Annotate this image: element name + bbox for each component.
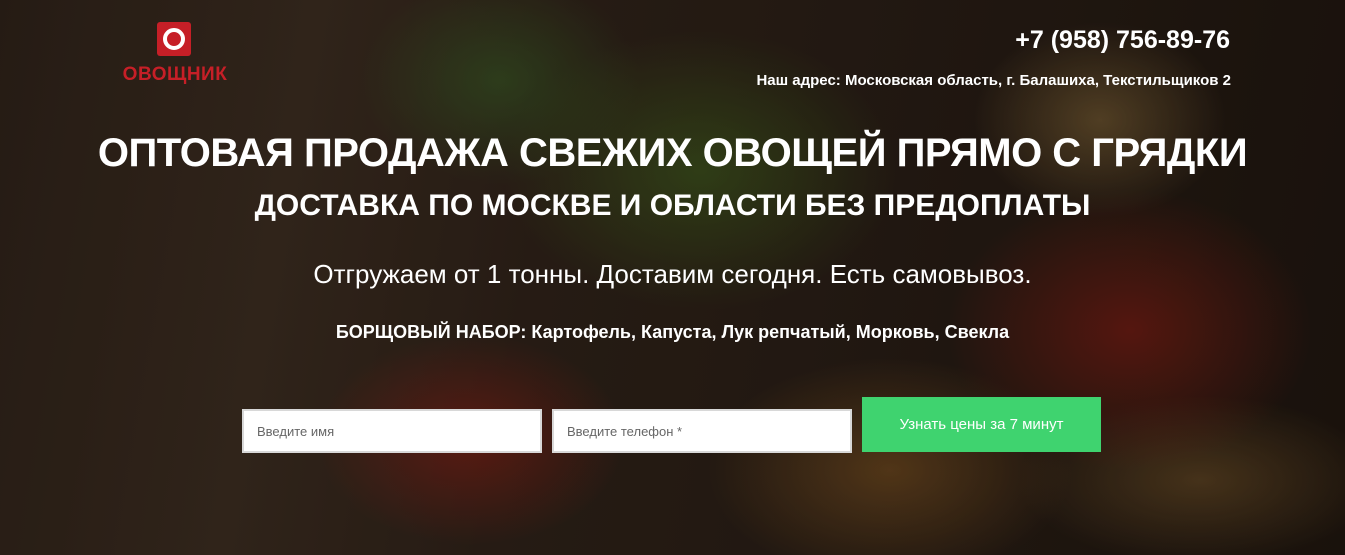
name-input[interactable] — [242, 409, 542, 453]
phone-number[interactable]: +7 (958) 756-89-76 — [1015, 26, 1230, 55]
logo-mark-icon — [157, 22, 191, 56]
offer-text: Отгружаем от 1 тонны. Доставим сегодня. … — [313, 259, 1032, 289]
page-title: ОПТОВАЯ ПРОДАЖА СВЕЖИХ ОВОЩЕЙ ПРЯМО С ГР… — [97, 131, 1248, 175]
get-prices-button[interactable]: Узнать цены за 7 минут — [862, 397, 1101, 452]
page-subtitle: ДОСТАВКА ПО МОСКВЕ И ОБЛАСТИ БЕЗ ПРЕДОПЛ… — [254, 189, 1091, 222]
borscht-set: БОРЩОВЫЙ НАБОР: Картофель, Капуста, Лук … — [0, 322, 1345, 343]
phone-input[interactable] — [552, 409, 852, 453]
logo-text: ОВОЩНИК — [122, 64, 228, 85]
borscht-set-items: Картофель, Капуста, Лук репчатый, Морков… — [531, 322, 1010, 342]
hero-content: ОВОЩНИК +7 (958) 756-89-76 Наш адрес: Мо… — [0, 0, 1345, 555]
logo[interactable]: ОВОЩНИК — [112, 22, 238, 90]
borscht-set-label: БОРЩОВЫЙ НАБОР: — [335, 322, 527, 342]
address: Наш адрес: Московская область, г. Балаши… — [756, 72, 1231, 89]
